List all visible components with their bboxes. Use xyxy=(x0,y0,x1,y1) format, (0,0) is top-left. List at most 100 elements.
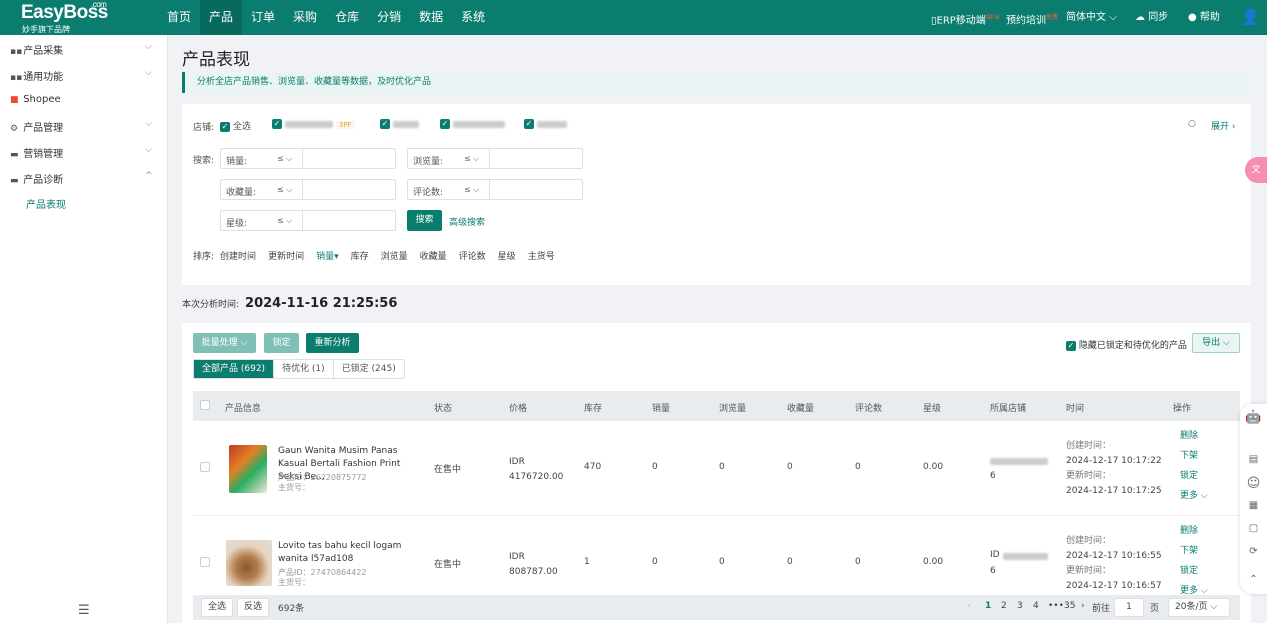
language-select[interactable]: 简体中文 ⌵ xyxy=(1066,0,1117,35)
shop-select-all[interactable]: ✓ 全选 xyxy=(220,119,251,132)
reanalyze-button[interactable]: 重新分析 xyxy=(306,333,359,353)
next-page-icon[interactable]: › xyxy=(1081,601,1085,611)
sync-button[interactable]: ☁ 同步 xyxy=(1135,0,1168,35)
sort-favorites[interactable]: 收藏量 xyxy=(420,249,447,262)
training-link[interactable]: 预约培训免费 xyxy=(1006,0,1058,35)
tab-locked[interactable]: 已锁定 (245) xyxy=(334,360,404,378)
nav-purchase[interactable]: 采购 xyxy=(284,0,326,35)
favorites-filter[interactable]: 收藏量: ≤ ⌵ xyxy=(220,179,396,200)
nav-orders[interactable]: 订单 xyxy=(242,0,284,35)
sort-views[interactable]: 浏览量 xyxy=(381,249,408,262)
product-table-card: 批量处理 ⌵ 锁定 重新分析 ✓ 隐藏已锁定和待优化的产品 导出 ⌵ 全部产品 … xyxy=(182,323,1251,623)
page-1[interactable]: 1 xyxy=(985,601,991,611)
product-id: 产品ID：26220875772 xyxy=(278,473,367,482)
back-to-top-icon[interactable]: ⌃ xyxy=(1240,574,1267,585)
row-checkbox[interactable] xyxy=(200,462,210,472)
top-bar: EasyBoss .com 妙手旗下品牌 首页 产品 订单 采购 仓库 分销 数据… xyxy=(0,0,1267,35)
chevron-down-icon[interactable]: ⌵ xyxy=(145,119,152,129)
product-thumbnail[interactable] xyxy=(226,540,272,586)
select-all-checkbox[interactable] xyxy=(200,400,210,410)
sidebar-item-product-mgmt[interactable]: ⚙ 产品管理 xyxy=(10,119,63,134)
nav-data[interactable]: 数据 xyxy=(410,0,452,35)
brand-logo[interactable]: EasyBoss .com 妙手旗下品牌 xyxy=(21,0,108,34)
sort-rating[interactable]: 星级 xyxy=(498,249,516,262)
robot-icon[interactable]: 🤖 xyxy=(1240,410,1267,425)
row-checkbox[interactable] xyxy=(200,557,210,567)
nav-warehouse[interactable]: 仓库 xyxy=(326,0,368,35)
sort-created[interactable]: 创建时间 xyxy=(220,249,256,262)
goto-page-input[interactable]: 1 xyxy=(1114,598,1144,617)
tab-to-optimize[interactable]: 待优化 (1) xyxy=(274,360,334,378)
help-button[interactable]: ● 帮助 xyxy=(1188,0,1220,35)
invert-selection-button[interactable]: 反选 xyxy=(237,598,270,617)
refresh-icon[interactable]: ⟳ xyxy=(1240,546,1267,557)
chat-icon[interactable]: ▢ xyxy=(1240,523,1267,534)
delist-link[interactable]: 下架 xyxy=(1180,446,1208,466)
user-icon[interactable]: 👤 xyxy=(1241,0,1260,35)
views-text: 0 xyxy=(719,462,725,472)
sort-sales[interactable]: 销量▾ xyxy=(316,249,339,262)
delist-link[interactable]: 下架 xyxy=(1180,541,1208,561)
reviews-filter[interactable]: 评论数: ≤ ⌵ xyxy=(407,179,583,200)
shop-checkbox-2[interactable]: ✓ xyxy=(380,119,419,130)
expand-link[interactable]: 展开 › xyxy=(1211,119,1235,132)
page-4[interactable]: 4 xyxy=(1033,601,1039,611)
lock-link[interactable]: 锁定 xyxy=(1180,466,1208,486)
sidebar-item-marketing[interactable]: ▬ 营销管理 xyxy=(10,145,63,160)
page-35[interactable]: 35 xyxy=(1064,601,1075,611)
search-button[interactable]: 搜索 xyxy=(407,210,442,231)
page-2[interactable]: 2 xyxy=(1001,601,1007,611)
sort-reviews[interactable]: 评论数 xyxy=(459,249,486,262)
page-ellipsis[interactable]: ••• xyxy=(1048,601,1064,611)
chevron-down-icon[interactable]: ⌵ xyxy=(145,42,152,52)
notes-icon[interactable]: ▤ xyxy=(1240,454,1267,465)
chevron-up-icon[interactable]: ^ xyxy=(145,171,153,181)
menu-collapse-icon[interactable]: ☰ xyxy=(78,603,90,618)
search-icon[interactable]: ○ xyxy=(1188,119,1196,129)
advanced-search-link[interactable]: 高级搜索 xyxy=(449,215,485,228)
lock-link[interactable]: 锁定 xyxy=(1180,561,1208,581)
nav-products[interactable]: 产品 xyxy=(200,0,243,35)
prev-page-icon[interactable]: ‹ xyxy=(967,601,971,611)
sidebar-item-shopee[interactable]: ■ Shopee xyxy=(10,94,61,105)
product-thumbnail[interactable] xyxy=(229,445,267,493)
sort-sku[interactable]: 主货号 xyxy=(528,249,555,262)
shop-checkbox-3[interactable]: ✓ xyxy=(440,119,505,130)
mobile-erp-link[interactable]: ▯ERP移动端NEW xyxy=(931,0,1000,35)
select-all-button[interactable]: 全选 xyxy=(201,598,234,617)
sales-filter[interactable]: 销量: ≤ ⌵ xyxy=(220,148,396,169)
shop-checkbox-4[interactable]: ✓ xyxy=(524,119,567,130)
batch-button[interactable]: 批量处理 ⌵ xyxy=(193,333,256,353)
delete-link[interactable]: 删除 xyxy=(1180,426,1208,446)
sort-updated[interactable]: 更新时间 xyxy=(268,249,304,262)
nav-system[interactable]: 系统 xyxy=(452,0,494,35)
page-3[interactable]: 3 xyxy=(1017,601,1023,611)
document-icon[interactable]: ▦ xyxy=(1240,500,1267,511)
row-actions: 删除 下架 锁定 更多 ⌵ xyxy=(1180,521,1208,595)
more-link[interactable]: 更多 ⌵ xyxy=(1180,581,1208,595)
page-size-select[interactable]: 20条/页 ⌵ xyxy=(1168,598,1230,617)
col-product: 产品信息 xyxy=(225,404,262,414)
delete-link[interactable]: 删除 xyxy=(1180,521,1208,541)
service-avatar-icon[interactable]: ☺ xyxy=(1240,476,1267,491)
export-button[interactable]: 导出 ⌵ xyxy=(1192,333,1240,353)
sort-stock[interactable]: 库存 xyxy=(351,249,369,262)
chevron-down-icon[interactable]: ⌵ xyxy=(145,145,152,155)
sidebar-item-diagnosis[interactable]: ▬ 产品诊断 xyxy=(10,171,63,186)
nav-home[interactable]: 首页 xyxy=(158,0,200,35)
more-link[interactable]: 更多 ⌵ xyxy=(1180,486,1208,506)
rating-filter[interactable]: 星级: ≤ ⌵ xyxy=(220,210,396,231)
tab-all[interactable]: 全部产品 (692) xyxy=(194,360,275,378)
translate-icon[interactable]: 文 xyxy=(1245,157,1267,183)
lock-button[interactable]: 锁定 xyxy=(264,333,299,353)
shop-checkbox-1[interactable]: ✓ 3PF xyxy=(272,119,355,130)
chevron-down-icon[interactable]: ⌵ xyxy=(145,68,152,78)
nav-distribution[interactable]: 分销 xyxy=(368,0,410,35)
sidebar-item-common[interactable]: ▪▪ 通用功能 xyxy=(10,68,63,83)
views-filter[interactable]: 浏览量: ≤ ⌵ xyxy=(407,148,583,169)
hide-locked-checkbox[interactable]: ✓ 隐藏已锁定和待优化的产品 xyxy=(1066,338,1187,351)
monitor-icon: ▬ xyxy=(10,176,19,186)
sidebar-subitem-performance[interactable]: 产品表现 xyxy=(26,196,66,211)
sidebar-item-collect[interactable]: ▪▪ 产品采集 xyxy=(10,42,63,57)
product-name[interactable]: Lovito tas bahu kecil logam wanita l57ad… xyxy=(278,540,418,566)
